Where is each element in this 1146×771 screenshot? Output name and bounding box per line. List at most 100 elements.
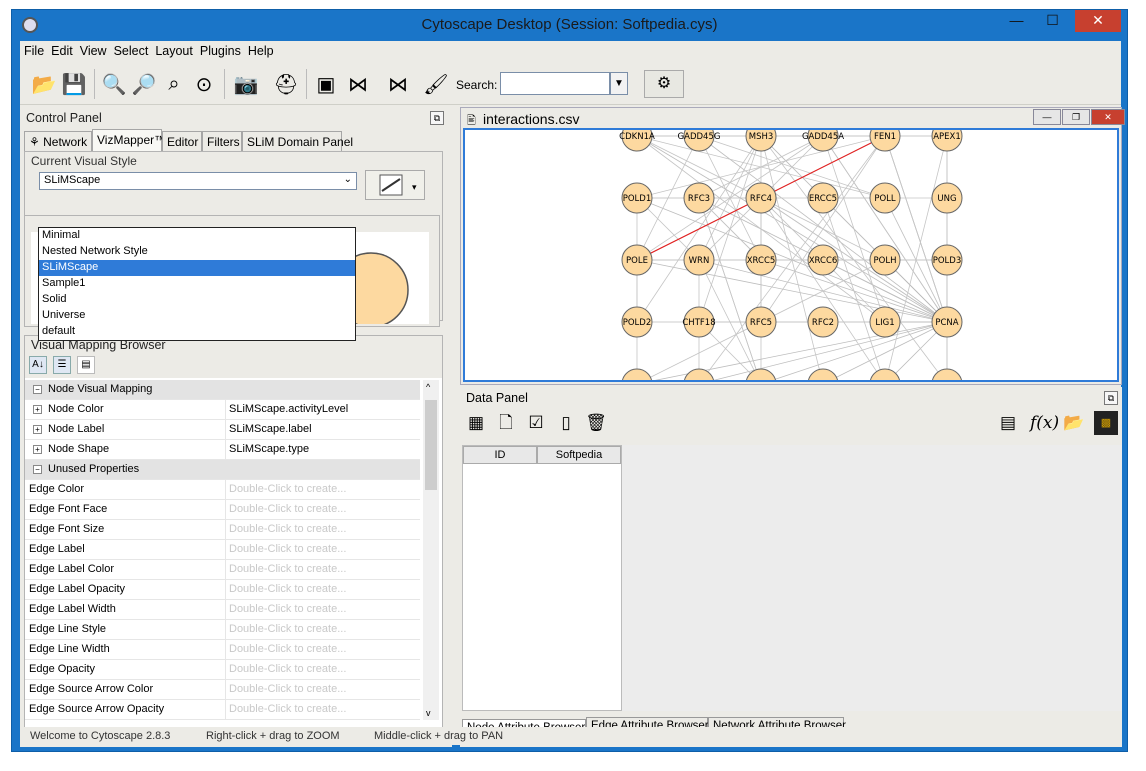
attribute-table-grid[interactable]: ID Softpedia bbox=[462, 445, 622, 711]
expand-icon[interactable]: + bbox=[33, 424, 42, 434]
minimize-button[interactable]: — bbox=[1000, 10, 1033, 32]
property-row[interactable]: Edge Color Double-Click to create... bbox=[25, 480, 420, 500]
network-node[interactable]: CHTF18 bbox=[682, 306, 716, 338]
categorized-view-icon[interactable]: ☰ bbox=[53, 356, 71, 374]
zoom-in-icon[interactable]: 🔎 bbox=[130, 70, 158, 98]
layout-network-icon[interactable]: ⋈ bbox=[344, 70, 372, 98]
network-node[interactable]: CHAF1A bbox=[744, 368, 778, 382]
property-value[interactable]: SLiMScape.activityLevel bbox=[225, 400, 420, 419]
zoom-selected-icon[interactable]: ⌕ bbox=[160, 70, 188, 98]
network-close-button[interactable]: ✕ bbox=[1091, 109, 1125, 125]
select-all-icon[interactable]: ☑ bbox=[524, 411, 548, 435]
help-lifebuoy-icon[interactable]: ⛑ bbox=[272, 70, 300, 98]
property-value[interactable]: Double-Click to create... bbox=[225, 560, 420, 579]
heatmap-icon[interactable]: ▩ bbox=[1094, 411, 1118, 435]
network-graph[interactable]: CDKN1A GADD45G MSH3 GADD45A FEN1 APEX1 POLD1 RF… bbox=[465, 130, 1119, 382]
network-node[interactable]: XRCC6 bbox=[807, 244, 839, 276]
zoom-fit-icon[interactable]: ⊙ bbox=[190, 70, 218, 98]
style-option-nested[interactable]: Nested Network Style bbox=[39, 244, 355, 260]
property-value[interactable]: Double-Click to create... bbox=[225, 620, 420, 639]
property-row[interactable]: + Node Color SLiMScape.activityLevel bbox=[25, 400, 420, 420]
property-category-row[interactable]: − Unused Properties bbox=[25, 460, 420, 480]
network-minimize-button[interactable]: — bbox=[1033, 109, 1061, 125]
property-row[interactable]: Edge Label Color Double-Click to create..… bbox=[25, 560, 420, 580]
menu-help[interactable]: Help bbox=[244, 41, 277, 58]
property-value[interactable]: SLiMScape.type bbox=[225, 440, 420, 459]
network-restore-button[interactable]: ❐ bbox=[1062, 109, 1090, 125]
save-icon[interactable]: 💾 bbox=[60, 70, 88, 98]
network-node[interactable]: RFC2 bbox=[807, 306, 839, 338]
network-node[interactable]: XRCC5 bbox=[745, 244, 777, 276]
network-node[interactable]: POLL bbox=[869, 182, 901, 214]
maximize-button[interactable]: ☐ bbox=[1036, 10, 1069, 32]
network-node[interactable]: POLD2 bbox=[621, 306, 653, 338]
property-value[interactable]: Double-Click to create... bbox=[225, 680, 420, 699]
network-node[interactable]: APEX1 bbox=[931, 130, 963, 152]
search-options-icon[interactable]: ⚙ bbox=[644, 70, 684, 98]
property-row[interactable]: Edge Line Width Double-Click to create... bbox=[25, 640, 420, 660]
network-node[interactable]: CDKN1A bbox=[619, 130, 655, 152]
network-node[interactable]: RFC4 bbox=[745, 182, 777, 214]
network-node[interactable]: MSH2 bbox=[622, 368, 652, 382]
menu-select[interactable]: Select bbox=[110, 41, 152, 58]
property-row[interactable]: + Node Label SLiMScape.label bbox=[25, 420, 420, 440]
search-dropdown-button[interactable]: ▼ bbox=[610, 72, 628, 95]
column-header-softpedia[interactable]: Softpedia bbox=[537, 446, 621, 464]
property-value[interactable]: Double-Click to create... bbox=[225, 660, 420, 679]
property-row[interactable]: Edge Label Opacity Double-Click to create… bbox=[25, 580, 420, 600]
zoom-out-icon[interactable]: 🔍 bbox=[100, 70, 128, 98]
property-row[interactable]: Edge Font Size Double-Click to create... bbox=[25, 520, 420, 540]
collapse-icon[interactable]: − bbox=[33, 384, 42, 394]
network-node[interactable]: WRN bbox=[683, 244, 715, 276]
tab-network[interactable]: ⚘ Network bbox=[24, 131, 92, 151]
network-canvas[interactable]: CDKN1A GADD45G MSH3 GADD45A FEN1 APEX1 POLD1 RF… bbox=[463, 128, 1119, 382]
new-network-icon[interactable]: ▣ bbox=[312, 70, 340, 98]
tab-vizmapper[interactable]: VizMapper™ bbox=[92, 129, 166, 151]
property-row[interactable]: Edge Label Double-Click to create... bbox=[25, 540, 420, 560]
select-attributes-icon[interactable]: ▦ bbox=[464, 411, 488, 435]
property-row[interactable]: Edge Source Arrow Color Double-Click to c… bbox=[25, 680, 420, 700]
data-panel-float-icon[interactable]: ⧉ bbox=[1104, 391, 1118, 405]
network-node[interactable]: ANXA2 bbox=[808, 368, 838, 382]
network-node[interactable]: CDT1 bbox=[932, 368, 962, 382]
network-node[interactable]: UNG bbox=[931, 182, 963, 214]
expand-icon[interactable]: + bbox=[33, 444, 42, 454]
property-category-row[interactable]: − Node Visual Mapping bbox=[25, 380, 420, 400]
vizmapper-icon[interactable]: 🖌 bbox=[422, 70, 450, 98]
layout-network-2-icon[interactable]: ⋈ bbox=[384, 70, 412, 98]
style-option-minimal[interactable]: Minimal bbox=[39, 228, 355, 244]
property-row[interactable]: Edge Line Style Double-Click to create... bbox=[25, 620, 420, 640]
property-value[interactable]: Double-Click to create... bbox=[225, 520, 420, 539]
property-value[interactable]: Double-Click to create... bbox=[225, 500, 420, 519]
open-folder-icon[interactable]: 📂 bbox=[1062, 411, 1086, 435]
property-value[interactable]: Double-Click to create... bbox=[225, 600, 420, 619]
menu-view[interactable]: View bbox=[76, 41, 110, 58]
tab-slim-domain-panel[interactable]: SLiM Domain Panel bbox=[242, 131, 353, 151]
menu-plugins[interactable]: Plugins bbox=[196, 41, 244, 58]
network-node[interactable]: LIG1 bbox=[869, 306, 901, 338]
import-table-icon[interactable]: ▤ bbox=[996, 411, 1020, 435]
menu-layout[interactable]: Layout bbox=[151, 41, 196, 58]
property-row[interactable]: Edge Font Face Double-Click to create... bbox=[25, 500, 420, 520]
network-node[interactable]: DSCC1 bbox=[870, 368, 900, 382]
property-value[interactable]: Double-Click to create... bbox=[225, 700, 420, 719]
menu-file[interactable]: File bbox=[20, 41, 47, 58]
function-icon[interactable]: f(x) bbox=[1030, 411, 1059, 435]
column-header-id[interactable]: ID bbox=[463, 446, 537, 464]
column-icon[interactable]: ▯ bbox=[554, 411, 578, 435]
search-input[interactable] bbox=[500, 72, 610, 95]
network-node[interactable]: PCNA bbox=[931, 306, 963, 338]
visual-style-select[interactable]: SLiMScape ⌄ bbox=[39, 172, 357, 190]
vmb-scrollbar[interactable]: ^ v bbox=[423, 380, 439, 720]
menu-edit[interactable]: Edit bbox=[47, 41, 76, 58]
style-option-universe[interactable]: Universe bbox=[39, 308, 355, 324]
network-node[interactable]: ERCC5 bbox=[807, 182, 839, 214]
style-option-default[interactable]: default bbox=[39, 324, 355, 340]
property-value[interactable]: Double-Click to create... bbox=[225, 640, 420, 659]
network-node[interactable]: UBC bbox=[684, 368, 714, 382]
open-folder-icon[interactable]: 📂 bbox=[30, 70, 58, 98]
network-node[interactable]: POLH bbox=[869, 244, 901, 276]
style-option-solid[interactable]: Solid bbox=[39, 292, 355, 308]
new-attribute-icon[interactable]: 🗋 bbox=[494, 411, 518, 435]
tab-editor[interactable]: Editor bbox=[162, 131, 202, 151]
